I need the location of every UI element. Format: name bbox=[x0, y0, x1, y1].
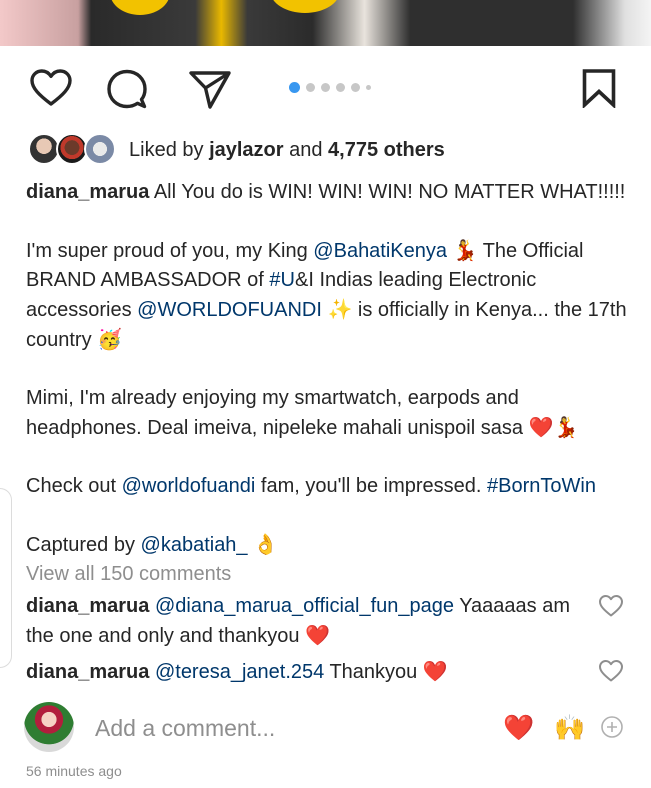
mention-link[interactable]: @teresa_janet.254 bbox=[155, 661, 324, 683]
carousel-dot bbox=[351, 82, 360, 92]
comment-button[interactable] bbox=[106, 68, 148, 110]
carousel-dot bbox=[336, 82, 345, 92]
comment-username[interactable]: diana_marua bbox=[26, 595, 149, 617]
avatar bbox=[84, 133, 116, 165]
caption-username[interactable]: diana_marua bbox=[26, 181, 149, 203]
comment-like-button[interactable] bbox=[598, 594, 624, 618]
quick-reaction-raised-hands[interactable]: 🙌 bbox=[554, 713, 585, 743]
edge-handle bbox=[0, 488, 12, 668]
comment-item: diana_marua @diana_marua_official_fun_pa… bbox=[26, 592, 586, 651]
party-emoji: 🥳 bbox=[97, 327, 123, 351]
like-and: and bbox=[289, 139, 323, 161]
liker-avatars bbox=[28, 133, 118, 167]
carousel-dot bbox=[289, 81, 300, 93]
mention-link[interactable]: @WORLDOFUANDI bbox=[137, 299, 322, 321]
add-comment-bar: Add a comment... ❤️ 🙌 bbox=[24, 702, 634, 754]
comment-icon bbox=[107, 69, 147, 109]
like-button[interactable] bbox=[29, 68, 73, 108]
post-image-detail bbox=[270, 0, 340, 13]
hashtag-link[interactable]: #BornToWin bbox=[487, 475, 596, 497]
add-comment-input[interactable]: Add a comment... bbox=[95, 714, 275, 742]
hashtag-link[interactable]: #U bbox=[269, 269, 295, 291]
carousel-dot bbox=[306, 82, 315, 92]
action-bar bbox=[0, 60, 651, 116]
share-button[interactable] bbox=[188, 68, 232, 110]
caption-text: fam, you'll be impressed. bbox=[255, 475, 488, 497]
comment-like-button[interactable] bbox=[598, 659, 624, 683]
quick-reaction-heart[interactable]: ❤️ bbox=[503, 713, 534, 743]
heart-emoji: ❤️ bbox=[528, 415, 554, 439]
carousel-dot bbox=[321, 82, 330, 92]
mention-link[interactable]: @kabatiah_ bbox=[141, 534, 248, 556]
comment-item: diana_marua @teresa_janet.254 Thankyou ❤… bbox=[26, 657, 586, 687]
dancer-emoji: 💃 bbox=[452, 238, 478, 262]
sparkles-emoji: ✨ bbox=[327, 297, 353, 321]
carousel-dot bbox=[366, 84, 371, 90]
other-likes-count[interactable]: 4,775 others bbox=[328, 139, 445, 161]
caption-line: diana_marua All You do is WIN! WIN! WIN!… bbox=[26, 178, 636, 207]
post-image[interactable] bbox=[0, 0, 651, 46]
comment-text: Thankyou bbox=[324, 661, 423, 683]
avatar[interactable] bbox=[24, 702, 74, 752]
caption-paragraph: I'm super proud of you, my King @BahatiK… bbox=[26, 236, 636, 355]
heart-icon bbox=[30, 69, 72, 106]
likes-summary[interactable]: Liked by jaylazor and 4,775 others bbox=[28, 133, 648, 167]
caption-text: Check out bbox=[26, 475, 122, 497]
add-reaction-button[interactable] bbox=[600, 715, 624, 744]
caption-text: I'm super proud of you, my King bbox=[26, 240, 314, 262]
heart-emoji: ❤️ bbox=[305, 623, 331, 647]
likes-text: Liked by jaylazor and 4,775 others bbox=[129, 137, 445, 163]
caption-text: All You do is WIN! WIN! WIN! NO MATTER W… bbox=[153, 181, 626, 203]
heart-outline-icon bbox=[599, 595, 623, 617]
caption-paragraph: Captured by @kabatiah_ 👌 bbox=[26, 530, 636, 560]
plus-circle-icon bbox=[601, 716, 623, 738]
view-all-comments-link[interactable]: View all 150 comments bbox=[26, 561, 231, 587]
caption-text: Mimi, I'm already enjoying my smartwatch… bbox=[26, 387, 529, 439]
post-caption: diana_marua All You do is WIN! WIN! WIN!… bbox=[26, 178, 636, 560]
carousel-indicator bbox=[289, 81, 371, 93]
post-timestamp: 56 minutes ago bbox=[26, 763, 122, 779]
caption-paragraph: Check out @worldofuandi fam, you'll be i… bbox=[26, 472, 636, 501]
liked-by-username[interactable]: jaylazor bbox=[209, 139, 283, 161]
heart-outline-icon bbox=[599, 660, 623, 682]
share-icon bbox=[189, 71, 231, 109]
bookmark-icon bbox=[582, 69, 616, 108]
caption-text: Captured by bbox=[26, 534, 141, 556]
ok-hand-emoji: 👌 bbox=[253, 532, 279, 556]
post-image-detail bbox=[110, 0, 170, 15]
comment-username[interactable]: diana_marua bbox=[26, 661, 149, 683]
caption-paragraph: Mimi, I'm already enjoying my smartwatch… bbox=[26, 384, 636, 443]
dancer-emoji: 💃 bbox=[553, 415, 579, 439]
heart-emoji: ❤️ bbox=[422, 659, 448, 683]
mention-link[interactable]: @BahatiKenya bbox=[313, 240, 447, 262]
like-prefix: Liked by bbox=[129, 139, 204, 161]
mention-link[interactable]: @worldofuandi bbox=[122, 475, 256, 497]
mention-link[interactable]: @diana_marua_official_fun_page bbox=[155, 595, 454, 617]
save-button[interactable] bbox=[581, 68, 617, 108]
